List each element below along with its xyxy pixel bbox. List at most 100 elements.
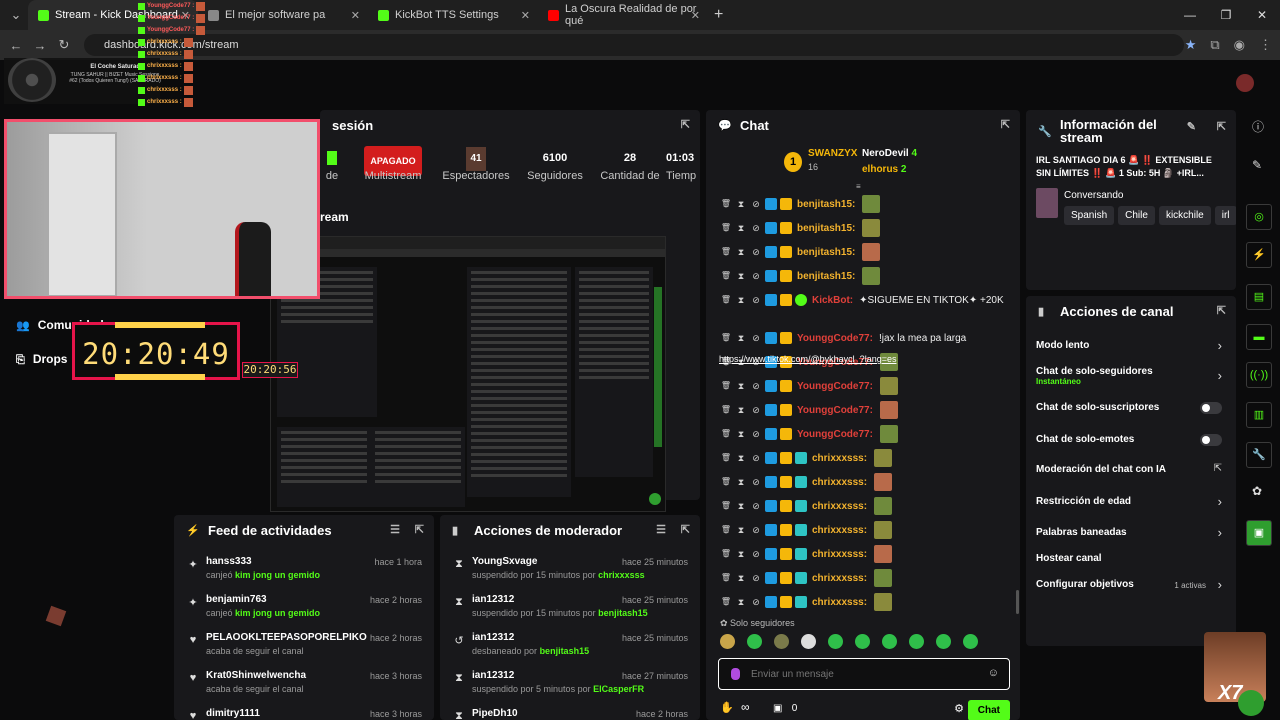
mod-action-item[interactable]: ⧗ ian12312 suspendido por 5 minutos por El… — [440, 667, 700, 705]
back-icon[interactable]: ← — [4, 38, 28, 53]
popout-icon[interactable]: ⇱ — [681, 523, 690, 536]
timeout-icon[interactable]: ⧗ — [735, 246, 747, 258]
emoji-picker-icon[interactable]: ☺ — [988, 667, 999, 679]
mod-action-item[interactable]: ↺ ian12312 desbaneado por benjitash15 hace … — [440, 629, 700, 667]
chat-username[interactable]: YounggCode77: — [797, 429, 873, 440]
ban-icon[interactable]: ⊘ — [750, 294, 762, 306]
chevron-right-icon[interactable]: › — [1218, 494, 1222, 509]
popout-icon[interactable]: ⇱ — [681, 118, 690, 131]
broadcast-icon[interactable]: ((·)) — [1246, 362, 1272, 388]
emote-icon[interactable] — [963, 634, 978, 649]
trash-icon[interactable]: 🗑 — [720, 332, 732, 344]
forward-icon[interactable]: → — [28, 38, 52, 53]
edit-pencil-icon[interactable]: ✎ — [1187, 120, 1196, 133]
channel-action-item[interactable]: Chat de solo-emotes — [1036, 434, 1226, 445]
toggle-switch[interactable] — [1200, 402, 1222, 414]
timeout-icon[interactable]: ⧗ — [735, 524, 747, 536]
channel-action-item[interactable]: Chat de solo-suscriptores — [1036, 402, 1226, 413]
channel-action-item[interactable]: Hostear canal — [1036, 553, 1226, 564]
chat-username[interactable]: chrixxxsss: — [812, 525, 867, 536]
timeout-icon[interactable]: ⧗ — [735, 270, 747, 282]
ban-icon[interactable]: ⊘ — [750, 270, 762, 282]
popout-icon[interactable]: ⇱ — [415, 523, 424, 536]
chat-message[interactable]: 🗑 ⧗ ⊘ KickBot: ✦SIGUEME EN TIKTOK✦ +20K — [720, 290, 1004, 310]
activity-feed-item[interactable]: ♥ PELAOOKLTEEPASOPORELPIKO acaba de seguir… — [174, 629, 434, 667]
channel-action-item[interactable]: Palabras baneadas — [1036, 527, 1226, 538]
chat-message[interactable]: 🗑 ⧗ ⊘ chrixxxsss: — [720, 544, 893, 564]
emote-icon[interactable] — [720, 634, 735, 649]
trash-icon[interactable]: 🗑 — [720, 476, 732, 488]
gifter-entry[interactable]: elhorus 2 — [862, 164, 906, 175]
mod-target-user[interactable]: PipeDh10 — [472, 708, 518, 719]
chevron-right-icon[interactable]: › — [1218, 525, 1222, 540]
chat-username[interactable]: benjitash15: — [797, 199, 855, 210]
chat-message[interactable]: 🗑 ⧗ ⊘ YounggCode77: !jax la mea pa larga — [720, 328, 966, 348]
tag-chip[interactable]: Chile — [1118, 206, 1155, 225]
reload-icon[interactable]: ↻ — [52, 37, 76, 53]
info-icon[interactable]: ⓘ — [1252, 118, 1264, 135]
ban-icon[interactable]: ⊘ — [750, 404, 762, 416]
sidebar-item-drops[interactable]: ⎘ Drops — [16, 352, 67, 367]
filter-icon[interactable]: ☰ — [656, 523, 666, 536]
close-tab-icon[interactable]: ✕ — [351, 9, 360, 22]
trash-icon[interactable]: 🗑 — [720, 222, 732, 234]
ban-icon[interactable]: ⊘ — [750, 222, 762, 234]
ban-icon[interactable]: ⊘ — [750, 596, 762, 608]
chat-settings-icon[interactable]: ⚙ — [954, 702, 964, 715]
stream-preview-video[interactable] — [270, 236, 666, 512]
mod-action-item[interactable]: ⧗ ian12312 suspendido por 15 minutos por b… — [440, 591, 700, 629]
feed-username[interactable]: dimitry1111 — [206, 708, 260, 719]
chat-message[interactable]: 🗑 ⧗ ⊘ YounggCode77: — [720, 376, 898, 396]
chevron-right-icon[interactable]: › — [1218, 368, 1222, 383]
tag-chip[interactable]: Spanish — [1064, 206, 1115, 225]
trash-icon[interactable]: 🗑 — [720, 246, 732, 258]
feed-username[interactable]: hanss333 — [206, 556, 252, 567]
close-tab-icon[interactable]: ✕ — [691, 9, 700, 22]
emote-icon[interactable] — [855, 634, 870, 649]
chat-username[interactable]: chrixxxsss: — [812, 453, 867, 464]
tag-chip[interactable]: irl — [1214, 206, 1236, 225]
trash-icon[interactable]: 🗑 — [720, 404, 732, 416]
maximize-icon[interactable]: ❐ — [1208, 0, 1244, 30]
channel-action-item[interactable]: Restricción de edad — [1036, 496, 1226, 507]
ban-icon[interactable]: ⊘ — [750, 452, 762, 464]
top-gifter-name[interactable]: SWANZYX — [808, 148, 857, 159]
browser-menu-icon[interactable]: ⋮ — [1259, 37, 1272, 53]
chat-input-box[interactable]: ☺ — [718, 658, 1010, 690]
chat-message[interactable]: 🗑 ⧗ ⊘ chrixxxsss: — [720, 472, 893, 492]
chat-icon[interactable]: ▬ — [1246, 324, 1272, 350]
mod-action-item[interactable]: ⧗ YoungSxvage suspendido por 15 minutos po… — [440, 553, 700, 591]
timeout-icon[interactable]: ⧗ — [735, 294, 747, 306]
chevron-right-icon[interactable]: › — [1218, 338, 1222, 353]
chat-message[interactable]: 🗑 ⧗ ⊘ benjitash15: — [720, 218, 881, 238]
wrench-icon[interactable]: 🔧 — [1246, 442, 1272, 468]
moderator-name[interactable]: benjitash15 — [540, 646, 590, 656]
popout-icon[interactable]: ⇱ — [1001, 118, 1010, 131]
trash-icon[interactable]: 🗑 — [720, 596, 732, 608]
tag-chip[interactable]: kickchile — [1158, 206, 1211, 225]
chat-username[interactable]: YounggCode77: — [797, 405, 873, 416]
mod-target-user[interactable]: ian12312 — [472, 670, 514, 681]
ban-icon[interactable]: ⊘ — [750, 548, 762, 560]
ban-icon[interactable]: ⊘ — [750, 198, 762, 210]
emote-icon[interactable] — [828, 634, 843, 649]
ban-icon[interactable]: ⊘ — [750, 524, 762, 536]
chat-message[interactable]: 🗑 ⧗ ⊘ chrixxxsss: — [720, 496, 893, 516]
send-chat-button[interactable]: Chat — [967, 700, 1010, 720]
browser-tab-kickbot[interactable]: KickBot TTS Settings ✕ — [368, 0, 538, 30]
gifter-entry[interactable]: NeroDevil 4 — [862, 148, 917, 159]
mod-target-user[interactable]: ian12312 — [472, 632, 514, 643]
url-field[interactable]: dashboard.kick.com/stream — [84, 34, 1184, 56]
extension-icon[interactable]: ▣ — [1246, 520, 1272, 546]
chat-message-input[interactable] — [751, 665, 971, 683]
lightning-icon[interactable]: ⚡ — [1246, 242, 1272, 268]
timeout-icon[interactable]: ⧗ — [735, 428, 747, 440]
ban-icon[interactable]: ⊘ — [750, 380, 762, 392]
mod-target-user[interactable]: ian12312 — [472, 594, 514, 605]
ban-icon[interactable]: ⊘ — [750, 500, 762, 512]
emote-icon[interactable] — [774, 634, 789, 649]
expand-gifters-icon[interactable]: ≡ — [856, 182, 861, 191]
chat-username[interactable]: chrixxxsss: — [812, 501, 867, 512]
tab-search-icon[interactable]: ⌄ — [4, 7, 28, 23]
activity-feed-item[interactable]: ✦ hanss333 canjeó kim jong un gemido hace 1… — [174, 553, 434, 591]
